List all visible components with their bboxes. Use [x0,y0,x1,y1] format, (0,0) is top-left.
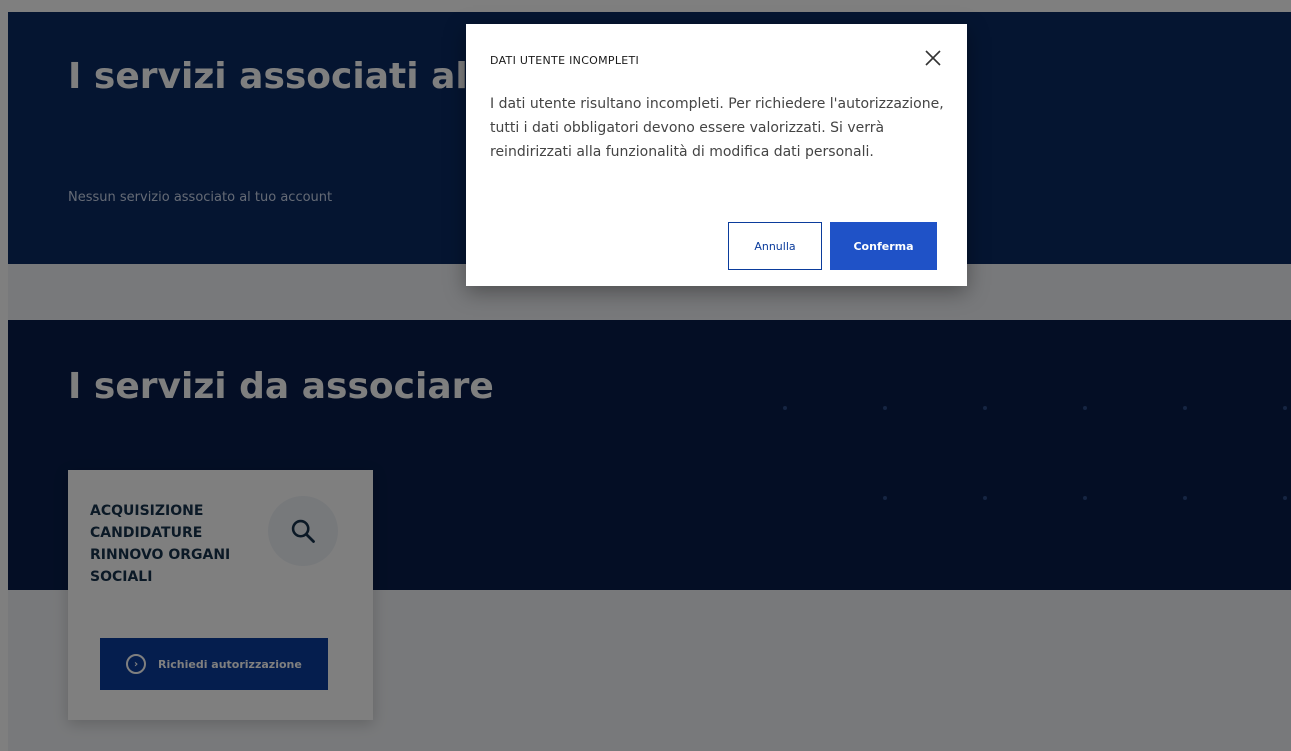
close-icon[interactable] [921,46,945,70]
confirm-button[interactable]: Conferma [830,222,937,270]
dialog-title: DATI UTENTE INCOMPLETI [490,54,640,67]
dialog-message: I dati utente risultano incompleti. Per … [490,96,944,160]
cancel-button[interactable]: Annulla [728,222,822,270]
incomplete-user-data-dialog: DATI UTENTE INCOMPLETI I dati utente ris… [466,24,967,286]
